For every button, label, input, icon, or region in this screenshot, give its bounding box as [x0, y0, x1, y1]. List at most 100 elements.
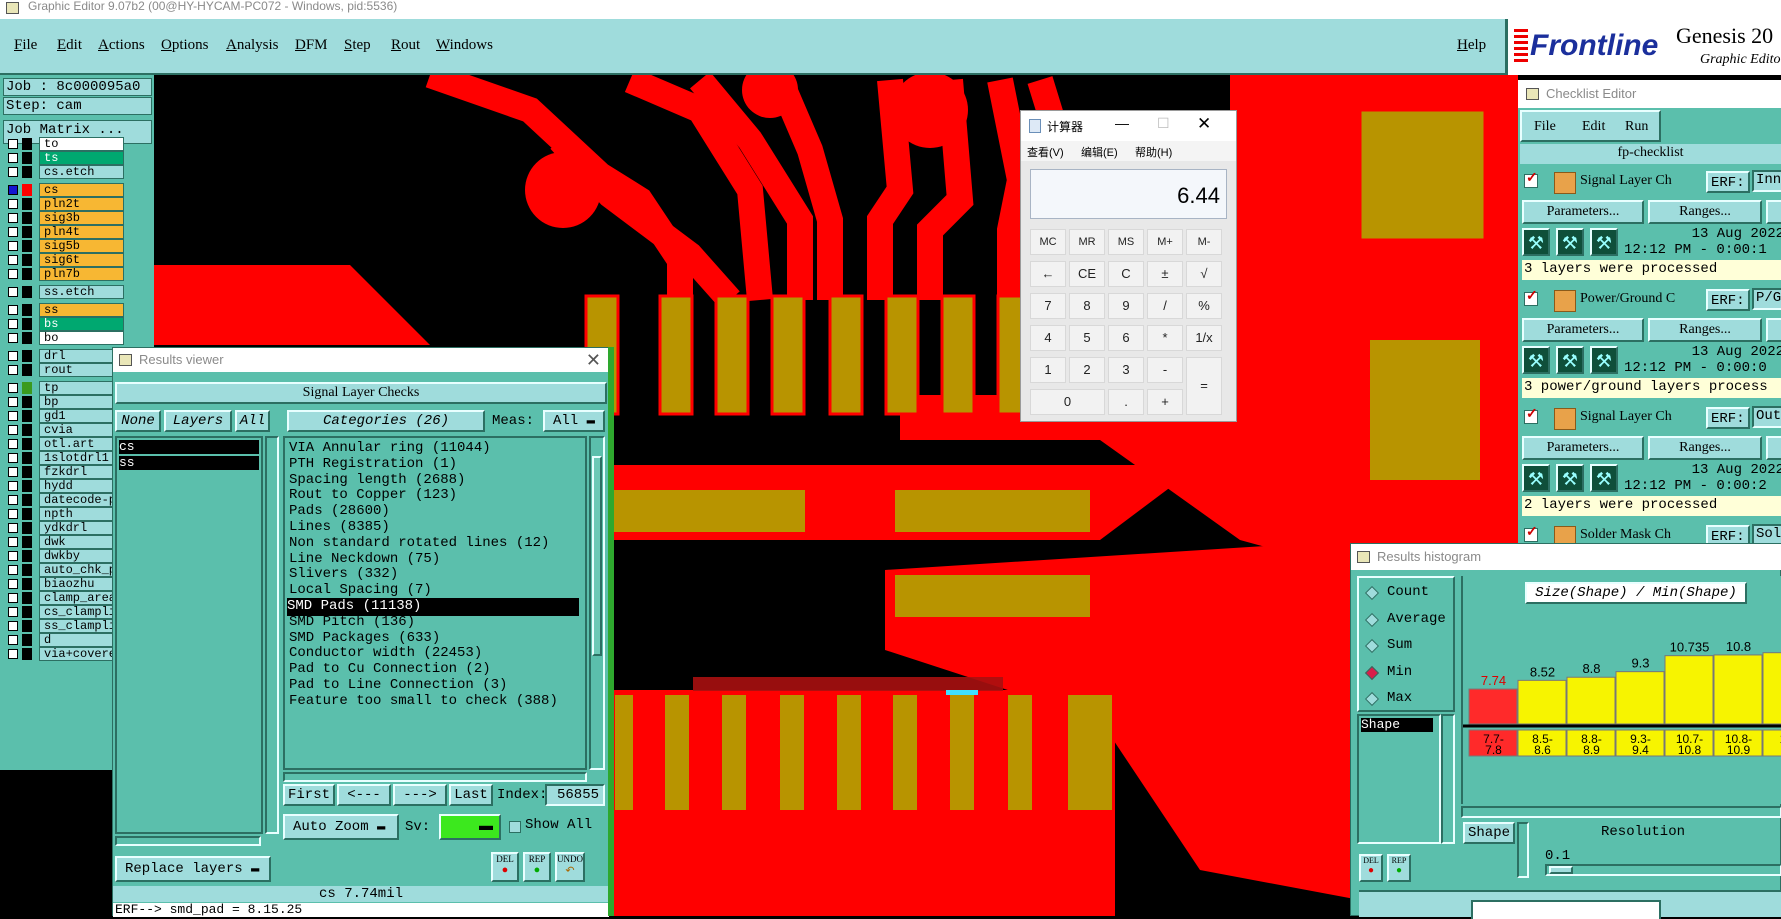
layer-row[interactable]: npth [6, 507, 124, 521]
calc-key[interactable]: % [1186, 293, 1222, 319]
layer-checkbox[interactable] [8, 167, 18, 177]
layer-color-swatch[interactable] [22, 254, 32, 266]
layer-color-swatch[interactable] [22, 494, 32, 506]
run-icon[interactable]: ⚒ [1522, 464, 1550, 492]
layer-color-swatch[interactable] [22, 226, 32, 238]
calc-key[interactable]: M+ [1147, 229, 1183, 255]
layer-color-swatch[interactable] [22, 452, 32, 464]
layer-row[interactable]: dwk [6, 535, 124, 549]
layer-color-swatch[interactable] [22, 382, 32, 394]
histogram-bar[interactable] [1567, 677, 1615, 724]
calc-key[interactable]: + [1147, 389, 1183, 415]
checklist-menu-edit[interactable]: Edit [1582, 119, 1605, 135]
histogram-vscrollbar[interactable] [1517, 822, 1529, 878]
menu-dfm[interactable]: DFM [295, 37, 328, 54]
calc-key[interactable]: M- [1186, 229, 1222, 255]
undo-button[interactable]: UNDO↶ [555, 852, 585, 882]
calc-key[interactable]: / [1147, 293, 1183, 319]
meas-dropdown[interactable]: All ▬ [543, 410, 605, 432]
layers-hscrollbar[interactable] [115, 836, 261, 846]
minimize-icon[interactable]: — [1115, 115, 1129, 131]
last-button[interactable]: Last [449, 784, 493, 806]
layer-checkbox[interactable] [8, 467, 18, 477]
scrollbar-thumb[interactable] [592, 456, 602, 656]
replace-layers-dropdown[interactable]: Replace layers ▬ [115, 856, 271, 882]
calc-key[interactable]: √ [1186, 261, 1222, 287]
layer-checkbox[interactable] [8, 241, 18, 251]
layer-color-swatch[interactable] [22, 564, 32, 576]
histogram-shape-list[interactable]: Shape [1357, 714, 1441, 844]
layer-row[interactable]: pln4t [6, 225, 124, 239]
show-all-checkbox[interactable] [509, 821, 521, 833]
layer-color-swatch[interactable] [22, 424, 32, 436]
calc-key[interactable]: ← [1030, 261, 1066, 287]
layer-row[interactable]: hydd [6, 479, 124, 493]
erf-value[interactable]: Oute [1752, 406, 1781, 428]
layer-color-swatch[interactable] [22, 240, 32, 252]
menu-rout[interactable]: Rout [391, 37, 420, 54]
layer-checkbox[interactable] [8, 319, 18, 329]
ranges-button[interactable]: Ranges... [1648, 200, 1762, 224]
menu-file[interactable]: File [14, 37, 37, 54]
calc-key[interactable]: MS [1108, 229, 1144, 255]
layer-color-swatch[interactable] [22, 268, 32, 280]
layer-row[interactable]: bo [6, 331, 124, 345]
layer-list-item[interactable]: ss [119, 456, 259, 470]
layer-checkbox[interactable] [8, 411, 18, 421]
layer-checkbox[interactable] [8, 579, 18, 589]
report-icon[interactable]: ⚒ [1590, 464, 1618, 492]
layer-row[interactable]: datecode-p [6, 493, 124, 507]
calc-key[interactable]: = [1186, 357, 1222, 415]
layer-checkbox[interactable] [8, 185, 18, 195]
layer-color-swatch[interactable] [22, 508, 32, 520]
layer-checkbox[interactable] [8, 551, 18, 561]
layer-row[interactable]: pln2t [6, 197, 124, 211]
layer-checkbox[interactable] [8, 351, 18, 361]
menu-actions[interactable]: Actions [98, 37, 145, 54]
category-item[interactable]: Feature too small to check (388) [289, 693, 558, 711]
layer-checkbox[interactable] [8, 537, 18, 547]
shape-scrollbar[interactable] [1441, 714, 1455, 844]
menu-step[interactable]: Step [344, 37, 371, 54]
categories-listbox[interactable]: VIA Annular ring (11044)PTH Registration… [283, 436, 587, 770]
histogram-hscrollbar[interactable] [1461, 806, 1781, 818]
layer-color-swatch[interactable] [22, 620, 32, 632]
layers-listbox[interactable]: cs ss [115, 436, 263, 834]
layer-color-swatch[interactable] [22, 138, 32, 150]
layer-color-swatch[interactable] [22, 578, 32, 590]
layer-row[interactable]: drl [6, 349, 124, 363]
layer-color-swatch[interactable] [22, 166, 32, 178]
layer-row[interactable]: tp [6, 381, 124, 395]
range-extra-button[interactable] [1766, 318, 1781, 342]
layer-color-swatch[interactable] [22, 350, 32, 362]
layer-row[interactable]: cs.etch [6, 165, 124, 179]
histogram-option[interactable]: Min [1365, 664, 1451, 682]
histogram-option[interactable]: Average [1365, 611, 1451, 629]
layer-checkbox[interactable] [8, 481, 18, 491]
parameters-button[interactable]: Parameters... [1522, 318, 1644, 342]
layer-checkbox[interactable] [8, 333, 18, 343]
menu-analysis[interactable]: Analysis [226, 37, 279, 54]
calc-key[interactable]: 6 [1108, 325, 1144, 351]
parameters-button[interactable]: Parameters... [1522, 200, 1644, 224]
layer-color-swatch[interactable] [22, 634, 32, 646]
index-field[interactable]: 56855 [545, 784, 605, 806]
layer-row[interactable]: cs [6, 183, 124, 197]
layer-color-swatch[interactable] [22, 364, 32, 376]
layers-scrollbar[interactable] [265, 436, 279, 834]
layer-row[interactable]: sig5b [6, 239, 124, 253]
layer-row[interactable]: otl.art [6, 437, 124, 451]
layer-color-swatch[interactable] [22, 318, 32, 330]
layer-checkbox[interactable] [8, 305, 18, 315]
layer-checkbox[interactable] [8, 635, 18, 645]
view-icon[interactable]: ⚒ [1556, 228, 1584, 256]
layer-row[interactable]: biaozhu [6, 577, 124, 591]
ranges-button[interactable]: Ranges... [1648, 436, 1762, 460]
layer-checkbox[interactable] [8, 453, 18, 463]
layer-row[interactable]: to [6, 137, 124, 151]
histogram-option[interactable]: Sum [1365, 637, 1451, 655]
auto-zoom-dropdown[interactable]: Auto Zoom ▬ [283, 814, 399, 840]
layer-checkbox[interactable] [8, 213, 18, 223]
menu-windows[interactable]: Windows [436, 37, 493, 54]
calc-key[interactable]: MC [1030, 229, 1066, 255]
